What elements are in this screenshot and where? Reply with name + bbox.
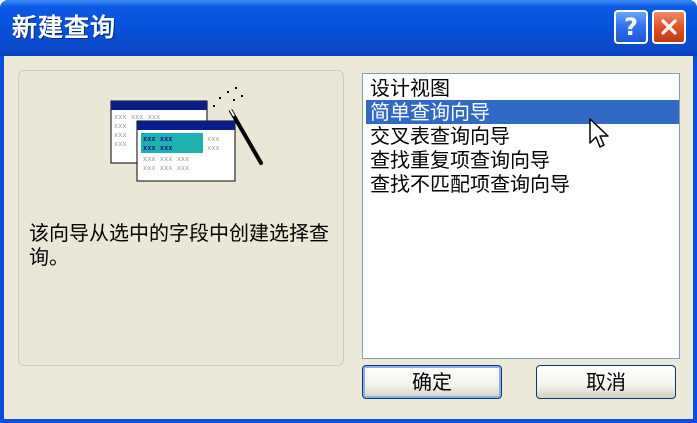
dialog-body: xxx xxx xxx xxx xxx xxx xxx xxx xxx xxx …: [4, 56, 693, 419]
window-title: 新建查询: [12, 13, 117, 42]
svg-text:xxx: xxx: [114, 122, 127, 130]
close-button[interactable]: [652, 10, 686, 44]
svg-text:xxx: xxx: [114, 140, 127, 148]
preview-panel: xxx xxx xxx xxx xxx xxx xxx xxx xxx xxx …: [18, 70, 344, 366]
svg-text:xxx xxx: xxx xxx: [143, 135, 173, 143]
svg-text:xxx: xxx: [207, 135, 220, 143]
mouse-pointer-icon: [589, 118, 609, 148]
list-item-find-unmatched-query-wizard[interactable]: 查找不匹配项查询向导: [366, 172, 679, 196]
svg-text:xxx xxx xxx: xxx xxx xxx: [143, 164, 189, 172]
wizard-description: 该向导从选中的字段中创建选择查询。: [29, 221, 329, 269]
title-bar[interactable]: 新建查询 ?: [0, 0, 697, 56]
list-item-crosstab-query-wizard[interactable]: 交叉表查询向导: [366, 124, 679, 148]
help-button[interactable]: ?: [614, 10, 648, 44]
help-icon: ?: [624, 13, 638, 41]
list-item-find-duplicates-query-wizard[interactable]: 查找重复项查询向导: [366, 148, 679, 172]
svg-text:xxx xxx xxx: xxx xxx xxx: [143, 155, 189, 163]
svg-text:xxx xxx: xxx xxx: [143, 144, 173, 152]
svg-text:xxx: xxx: [114, 131, 127, 139]
close-icon: [661, 19, 677, 35]
table-cell-text: xxx xxx xxx: [114, 113, 160, 121]
query-wizard-illustration: xxx xxx xxx xxx xxx xxx xxx xxx xxx xxx …: [110, 87, 263, 182]
list-item-design-view[interactable]: 设计视图: [366, 76, 679, 100]
cancel-button[interactable]: 取消: [536, 365, 676, 399]
new-query-dialog: 新建查询 ? xxx xxx xxx xxx xxx xxx xxx xxx x…: [0, 0, 697, 423]
svg-text:xxx: xxx: [207, 144, 220, 152]
query-type-list[interactable]: 设计视图 简单查询向导 交叉表查询向导 查找重复项查询向导 查找不匹配项查询向导: [362, 73, 680, 359]
ok-button[interactable]: 确定: [362, 365, 502, 399]
list-item-simple-query-wizard[interactable]: 简单查询向导: [366, 100, 679, 124]
